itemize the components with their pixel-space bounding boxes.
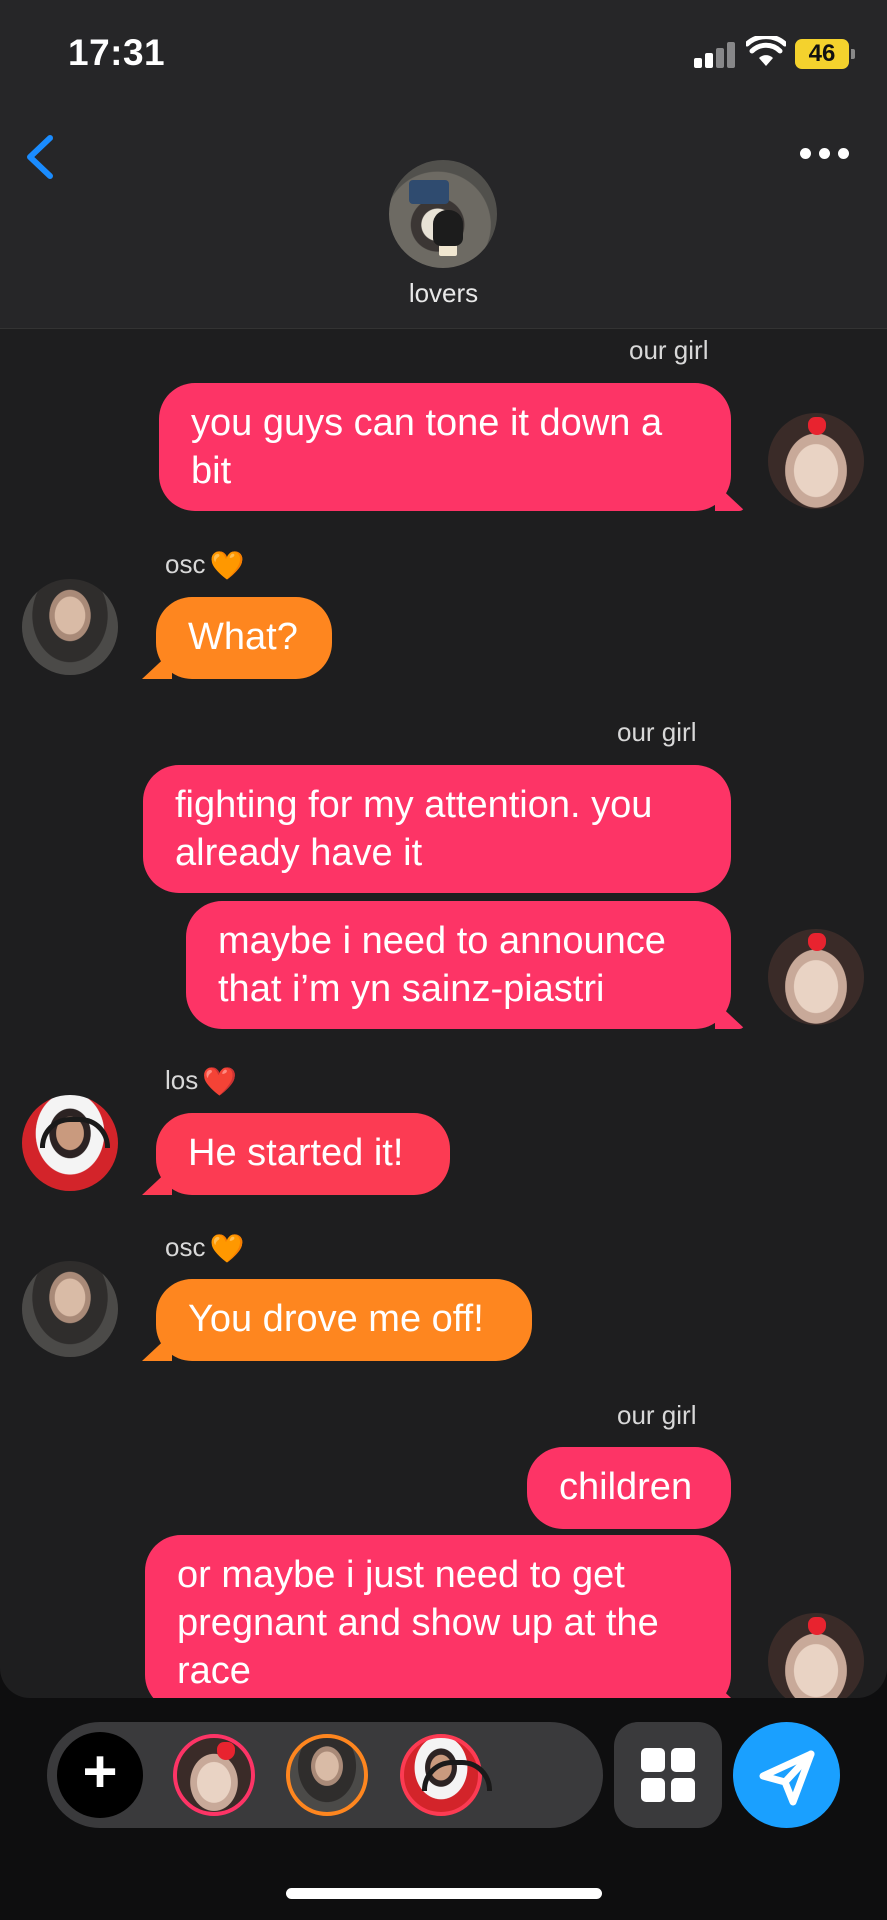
- sender-name: osc 🧡: [165, 549, 245, 581]
- sender-name: los ❤️: [165, 1065, 238, 1097]
- status-time: 17:31: [68, 32, 166, 73]
- message-bubble[interactable]: You drove me off!: [156, 1279, 532, 1361]
- send-icon: [759, 1750, 815, 1806]
- battery-icon: 46: [795, 39, 855, 69]
- message-bubble[interactable]: children: [527, 1447, 731, 1529]
- group-name[interactable]: lovers: [0, 278, 887, 309]
- signal-icon: [694, 40, 736, 68]
- wifi-icon: [746, 36, 786, 66]
- sender-name: osc 🧡: [165, 1232, 245, 1264]
- member-avatar-osc[interactable]: [286, 1734, 368, 1816]
- header: 17:31 46 lovers: [0, 0, 887, 328]
- avatar[interactable]: [768, 1613, 864, 1698]
- sender-name: our girl: [629, 335, 709, 365]
- message-bubble[interactable]: maybe i need to announce that i’m yn sai…: [186, 901, 731, 1029]
- member-avatar-our-girl[interactable]: [173, 1734, 255, 1816]
- grid-icon[interactable]: [614, 1722, 722, 1828]
- avatar[interactable]: [22, 1261, 118, 1357]
- member-avatar-los[interactable]: [400, 1734, 492, 1816]
- chevron-left-icon[interactable]: [20, 132, 60, 182]
- avatar[interactable]: [768, 929, 864, 1025]
- send-button[interactable]: [733, 1722, 840, 1828]
- avatar[interactable]: [22, 1095, 118, 1191]
- home-indicator[interactable]: [286, 1888, 602, 1899]
- chat-screen: 17:31 46 lovers our girl you guys can to…: [0, 0, 887, 1920]
- avatar[interactable]: [22, 579, 118, 675]
- sender-name: our girl: [617, 1400, 697, 1430]
- message-bubble[interactable]: What?: [156, 597, 332, 679]
- message-bubble[interactable]: He started it!: [156, 1113, 450, 1195]
- plus-icon[interactable]: +: [57, 1732, 143, 1818]
- message-bubble[interactable]: fighting for my attention. you already h…: [143, 765, 731, 893]
- message-list[interactable]: our girl you guys can tone it down a bit…: [0, 328, 887, 1698]
- avatar[interactable]: [768, 413, 864, 509]
- message-bubble[interactable]: or maybe i just need to get pregnant and…: [145, 1535, 731, 1698]
- composer-bar: +: [47, 1722, 603, 1828]
- sender-name: our girl: [617, 717, 697, 747]
- group-avatar[interactable]: [389, 160, 497, 268]
- more-icon[interactable]: [800, 146, 850, 162]
- message-bubble[interactable]: you guys can tone it down a bit: [159, 383, 731, 511]
